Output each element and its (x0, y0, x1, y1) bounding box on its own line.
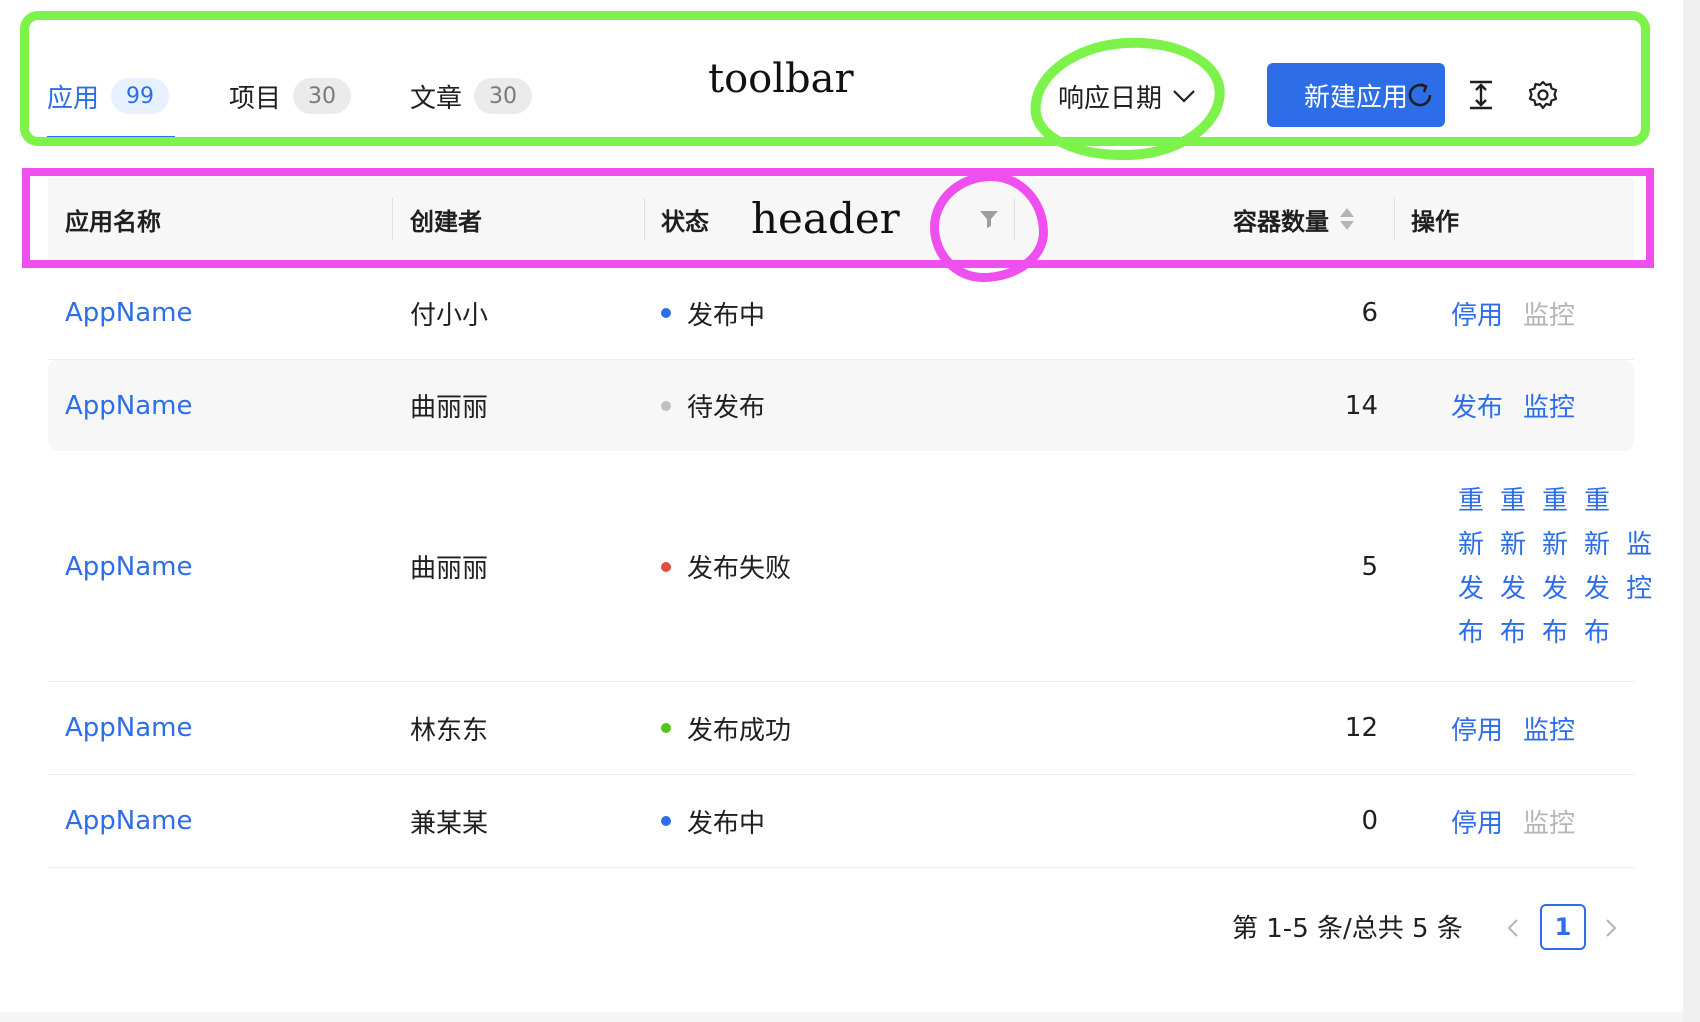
creator-cell: 付小小 (410, 300, 489, 331)
chevron-left-icon (1507, 919, 1518, 937)
action-char: 布 (1542, 617, 1569, 648)
republish-action-link[interactable]: 重新发布 (1458, 479, 1484, 655)
page-number-button[interactable]: 1 (1540, 904, 1586, 950)
monitor-action-link[interactable]: 监控 (1523, 360, 1575, 451)
status-dot (661, 400, 671, 411)
monitor-action-link[interactable]: 监控 (1523, 775, 1575, 867)
action-char: 发 (1500, 573, 1527, 604)
app-name-link[interactable]: AppName (65, 360, 193, 451)
action-char: 监 (1626, 529, 1653, 560)
action-char: 控 (1626, 573, 1653, 604)
status-cell: 发布中 (661, 775, 765, 867)
containers-cell: 0 (1361, 806, 1378, 836)
action-links: 重新发布 重新发布 重新发布 重新发布 监控 (1458, 452, 1668, 681)
action-char: 布 (1458, 617, 1485, 648)
table-row: AppName 曲丽丽 待发布 14 发布 监控 (48, 360, 1634, 451)
status-cell: 发布中 (661, 267, 765, 359)
header-annotation-label: header (751, 194, 900, 243)
status-dot (661, 561, 671, 572)
action-char: 新 (1458, 529, 1485, 560)
table-row: AppName 林东东 发布成功 12 停用 监控 (48, 682, 1634, 775)
disable-action-link[interactable]: 停用 (1451, 267, 1503, 359)
filter-annotation-circle (930, 172, 1048, 282)
status-text: 发布中 (687, 808, 766, 839)
chevron-right-icon (1606, 919, 1617, 937)
app-name-link[interactable]: AppName (65, 267, 193, 359)
prev-page-button[interactable] (1491, 906, 1535, 950)
containers-cell: 12 (1344, 713, 1378, 743)
action-char: 新 (1500, 529, 1527, 560)
republish-action-link[interactable]: 重新发布 (1542, 479, 1568, 655)
disable-action-link[interactable]: 停用 (1451, 682, 1503, 774)
containers-cell: 6 (1361, 298, 1378, 328)
action-char: 布 (1584, 617, 1611, 648)
action-char: 发 (1458, 573, 1485, 604)
creator-cell: 林东东 (410, 715, 489, 746)
creator-cell: 兼某某 (410, 808, 489, 839)
table-row: AppName 曲丽丽 发布失败 5 重新发布 重新发布 重新发布 重新发布 监… (48, 452, 1652, 682)
table-card: 应用 99 项目 30 文章 30 响应日期 新建应用 应用名称 创建者 状态 … (0, 0, 1683, 1012)
status-dot (661, 816, 671, 826)
pagination-summary: 第 1-5 条/总共 5 条 (1232, 914, 1463, 944)
action-char: 新 (1584, 529, 1611, 560)
action-char: 新 (1542, 529, 1569, 560)
status-cell: 待发布 (661, 360, 765, 451)
action-char: 重 (1500, 485, 1527, 516)
next-page-button[interactable] (1589, 906, 1633, 950)
publish-action-link[interactable]: 发布 (1451, 360, 1503, 451)
app-name-link[interactable]: AppName (65, 775, 193, 867)
scrollbar-track[interactable] (1683, 0, 1700, 1022)
action-char: 重 (1458, 485, 1485, 516)
creator-cell: 曲丽丽 (410, 393, 489, 423)
status-dot (661, 308, 671, 318)
disable-action-link[interactable]: 停用 (1451, 775, 1503, 867)
action-char: 布 (1500, 617, 1527, 648)
app-name-link[interactable]: AppName (65, 682, 193, 774)
status-dot (661, 723, 671, 733)
status-text: 发布成功 (687, 715, 792, 746)
creator-cell: 曲丽丽 (410, 554, 489, 584)
containers-cell: 14 (1344, 390, 1378, 421)
republish-action-link[interactable]: 重新发布 (1584, 479, 1610, 655)
monitor-action-link[interactable]: 监控 (1523, 267, 1575, 359)
status-text: 发布中 (687, 300, 766, 331)
toolbar-annotation-label: toolbar (708, 56, 854, 102)
table-row: AppName 兼某某 发布中 0 停用 监控 (48, 775, 1634, 868)
action-char: 重 (1542, 485, 1569, 516)
containers-cell: 5 (1361, 551, 1378, 582)
status-cell: 发布失败 (661, 452, 791, 681)
action-char: 重 (1584, 485, 1611, 516)
monitor-action-link[interactable]: 监控 (1523, 682, 1575, 774)
monitor-action-link[interactable]: 监控 (1626, 523, 1652, 611)
status-text: 待发布 (687, 393, 766, 423)
table-row: AppName 付小小 发布中 6 停用 监控 (48, 267, 1634, 360)
action-char: 发 (1584, 573, 1611, 604)
status-cell: 发布成功 (661, 682, 791, 774)
app-name-link[interactable]: AppName (65, 452, 193, 681)
action-char: 发 (1542, 573, 1569, 604)
status-text: 发布失败 (687, 554, 792, 584)
republish-action-link[interactable]: 重新发布 (1500, 479, 1526, 655)
